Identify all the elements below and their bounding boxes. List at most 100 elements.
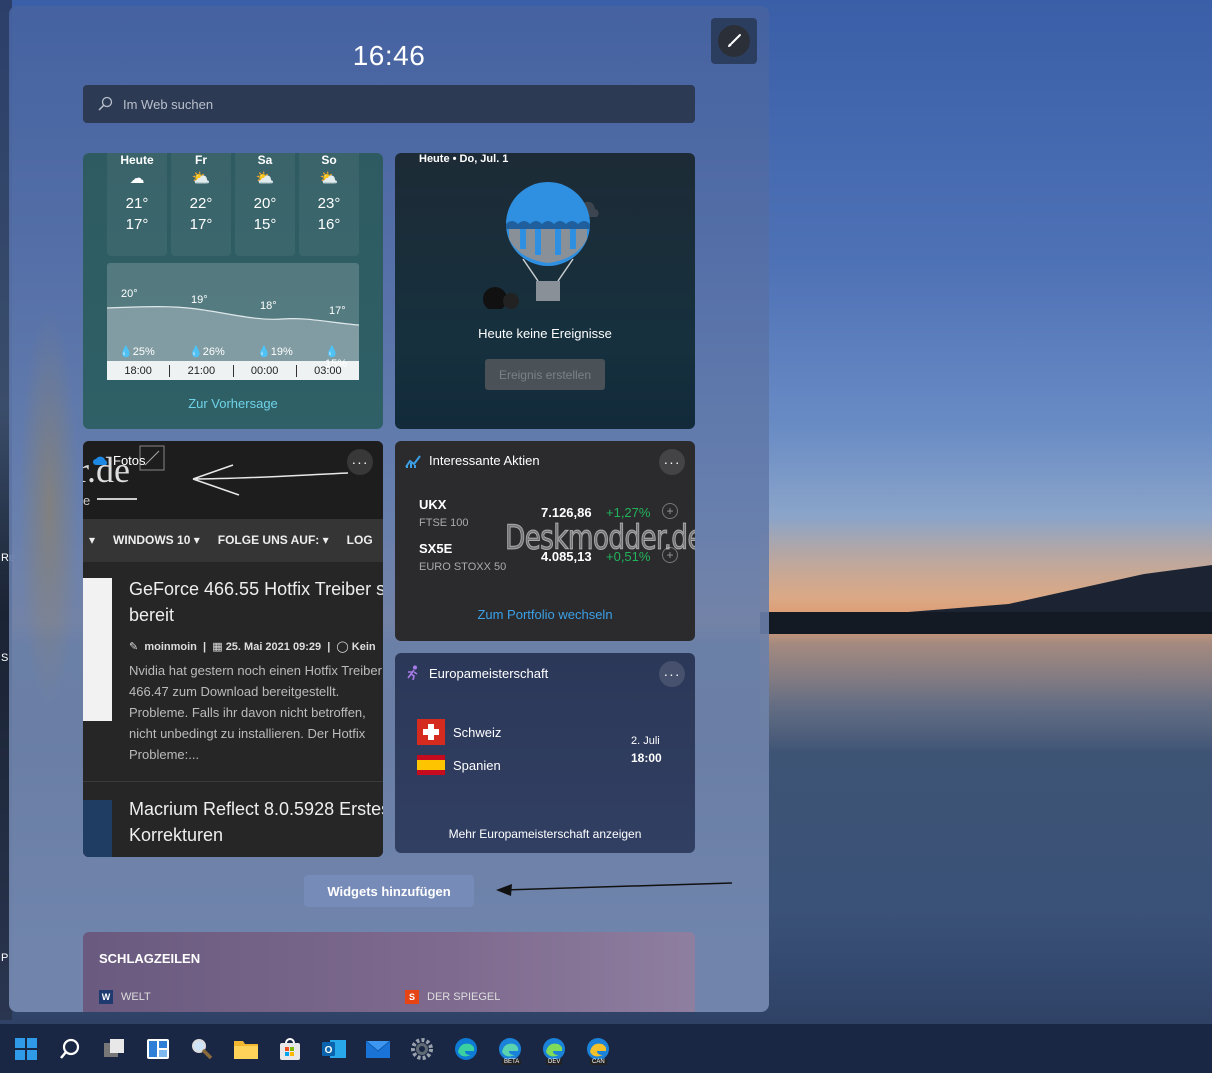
edge-dev-icon[interactable]: DEV xyxy=(532,1027,576,1071)
wallpaper-treeline xyxy=(760,612,1212,634)
rain-chance: 💧25% xyxy=(119,346,155,358)
rain-chance: 💧19% xyxy=(257,346,293,358)
article-text: Nvidia hat gestern noch einen Hotfix Tre… xyxy=(129,663,382,762)
nav-item: FOLGE UNS AUF: ▾ xyxy=(217,533,329,547)
chevron-down-icon: ▾ xyxy=(89,533,96,547)
portfolio-link[interactable]: Zum Portfolio wechseln xyxy=(395,607,695,622)
euro-widget[interactable]: Europameisterschaft ··· Schweiz Spanien … xyxy=(395,653,695,853)
site-logo-sub: e xyxy=(83,493,91,508)
store-icon[interactable] xyxy=(268,1027,312,1071)
match-time: 18:00 xyxy=(631,751,662,765)
article-preview: Macrium Reflect 8.0.5928 Erstes U Korrek… xyxy=(83,781,383,857)
add-widgets-button[interactable]: Widgets hinzufügen xyxy=(304,875,474,907)
spiegel-logo-icon: S xyxy=(405,990,419,1004)
settings-icon[interactable] xyxy=(400,1027,444,1071)
edge-beta-badge: BETA xyxy=(502,1058,522,1065)
hourly-times: 18:00 21:00 00:00 03:00 xyxy=(107,361,359,380)
rain-chance: 💧26% xyxy=(189,346,225,358)
nav-item: LOG xyxy=(346,533,373,547)
clock: 16:46 xyxy=(352,40,426,71)
personalize-button[interactable] xyxy=(711,18,757,64)
site-nav-bar: ▾ WINDOWS 10 ▾ FOLGE UNS AUF: ▾ LOG xyxy=(83,519,383,561)
mail-icon[interactable] xyxy=(356,1027,400,1071)
article-title: bereit xyxy=(129,605,175,625)
rain-cloud-icon: ☁ xyxy=(129,170,145,187)
search-input[interactable]: Im Web suchen xyxy=(83,85,695,123)
stock-chart-icon xyxy=(405,454,421,468)
euro-more-button[interactable]: ··· xyxy=(659,661,685,687)
spanish-flag-icon xyxy=(417,755,445,775)
weather-widget[interactable]: Heute ☁ 21° 17° Fr ⛅ 22° 17° Sa ⛅ 20° 15… xyxy=(83,153,383,429)
weather-day[interactable]: Sa ⛅ 20° 15° xyxy=(235,153,295,256)
article-thumbnail xyxy=(83,800,112,857)
create-event-button[interactable]: Ereignis erstellen xyxy=(485,359,605,390)
desktop-icon-label[interactable]: S xyxy=(1,652,8,664)
desktop-icon-label[interactable]: P xyxy=(1,952,8,964)
edge-icon[interactable] xyxy=(444,1027,488,1071)
annotation-arrow-icon xyxy=(192,464,349,496)
welt-logo-icon: W xyxy=(99,990,113,1004)
weather-day[interactable]: So ⛅ 23° 16° xyxy=(299,153,359,256)
svg-text:O: O xyxy=(325,1045,333,1056)
stocks-widget[interactable]: Interessante Aktien ··· UKX FTSE 100 7.1… xyxy=(395,441,695,641)
task-view-icon[interactable] xyxy=(92,1027,136,1071)
widgets-icon[interactable] xyxy=(136,1027,180,1071)
edge-beta-icon[interactable]: BETA xyxy=(488,1027,532,1071)
weather-day[interactable]: Fr ⛅ 22° 17° xyxy=(171,153,231,256)
logo-underline xyxy=(97,498,137,500)
swiss-flag-icon xyxy=(417,719,445,745)
search-icon[interactable] xyxy=(48,1027,92,1071)
photos-more-button[interactable]: ··· xyxy=(347,449,373,475)
team-row: Schweiz xyxy=(417,719,501,745)
nav-item: WINDOWS 10 ▾ xyxy=(113,533,200,547)
edge-canary-icon[interactable]: CAN xyxy=(576,1027,620,1071)
partly-sunny-icon: ⛅ xyxy=(255,170,275,187)
magnifier-icon[interactable] xyxy=(180,1027,224,1071)
edge-canary-badge: CAN xyxy=(590,1058,607,1065)
article-title: Korrekturen xyxy=(129,825,224,845)
article-meta: ✎ moinmoin | ▦ 25. Mai 2021 09:29 | ◯ Ke… xyxy=(129,641,376,653)
widgets-panel: 16:46 Im Web suchen Heute ☁ 21° 17° Fr ⛅… xyxy=(9,6,769,1012)
runner-icon xyxy=(407,665,418,681)
calendar-date: Heute • Do, Jul. 1 xyxy=(419,153,509,165)
outlook-icon[interactable]: O xyxy=(312,1027,356,1071)
article-title: Macrium Reflect 8.0.5928 Erstes U xyxy=(129,799,383,819)
calendar-widget[interactable]: Heute • Do, Jul. 1 Heute keine Ereigniss… xyxy=(395,153,695,429)
article-thumbnail xyxy=(83,578,112,721)
start-icon[interactable] xyxy=(4,1027,48,1071)
hourly-graph[interactable]: 20° 19° 18° 17° 💧25% 💧26% 💧19% 💧15% 18:0… xyxy=(107,263,359,380)
search-placeholder: Im Web suchen xyxy=(123,96,214,112)
hourly-temp: 19° xyxy=(191,294,208,306)
wallpaper-reflection xyxy=(760,634,1212,754)
euro-more-link[interactable]: Mehr Europameisterschaft anzeigen xyxy=(395,827,695,841)
forecast-link[interactable]: Zur Vorhersage xyxy=(83,396,383,411)
hourly-temp: 20° xyxy=(121,288,138,300)
photo-header-image: r.de e Fotos ··· xyxy=(83,441,383,519)
article-title: GeForce 466.55 Hotfix Treiber steht xyxy=(129,579,383,599)
hourly-temp: 18° xyxy=(260,300,277,312)
headlines-section: SCHLAGZEILEN W WELT S DER SPIEGEL xyxy=(83,932,695,1012)
news-source[interactable]: S DER SPIEGEL xyxy=(405,990,500,1004)
onedrive-cloud-icon xyxy=(93,456,107,465)
no-events-text: Heute keine Ereignisse xyxy=(478,326,612,341)
edge-dev-badge: DEV xyxy=(546,1058,563,1065)
news-source[interactable]: W WELT xyxy=(99,990,151,1004)
photos-widget[interactable]: r.de e Fotos ··· ▾ WINDOWS 10 ▾ FOLGE UN… xyxy=(83,441,383,857)
brush-icon xyxy=(718,25,750,57)
search-icon xyxy=(98,96,113,111)
watermark: Deskmodder.de xyxy=(505,518,695,559)
add-stock-icon[interactable]: + xyxy=(662,503,678,519)
pen-icon: ✎ xyxy=(129,641,139,653)
hourly-temp: 17° xyxy=(329,305,346,317)
hot-air-balloon-illustration xyxy=(483,182,599,309)
comment-icon: ◯ xyxy=(336,641,349,653)
stocks-more-button[interactable]: ··· xyxy=(659,449,685,475)
article-preview: GeForce 466.55 Hotfix Treiber steht bere… xyxy=(83,561,383,781)
partly-sunny-icon: ⛅ xyxy=(191,170,211,187)
annotation-arrow-icon xyxy=(496,882,733,896)
calendar-icon: ▦ xyxy=(212,641,223,653)
file-explorer-icon[interactable] xyxy=(224,1027,268,1071)
partly-sunny-icon: ⛅ xyxy=(319,170,339,187)
weather-day[interactable]: Heute ☁ 21° 17° xyxy=(107,153,167,256)
match-date: 2. Juli xyxy=(631,735,660,747)
